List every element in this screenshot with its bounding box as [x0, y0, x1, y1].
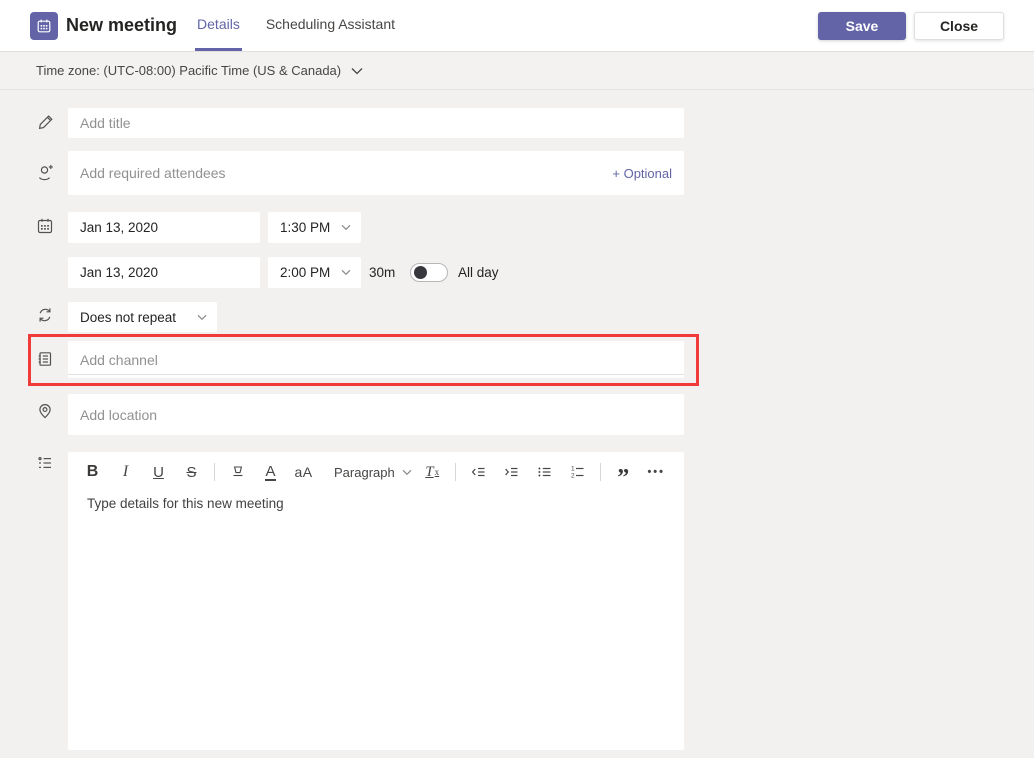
header: New meeting Details Scheduling Assistant…	[0, 0, 1034, 52]
toolbar-divider	[455, 463, 456, 481]
quote-icon[interactable]: ”	[607, 452, 640, 492]
all-day-toggle[interactable]	[410, 263, 448, 282]
page-title: New meeting	[66, 15, 177, 36]
start-date-input[interactable]: Jan 13, 2020	[68, 212, 260, 243]
bullet-list-icon[interactable]	[528, 458, 561, 486]
timezone-label: Time zone: (UTC-08:00) Pacific Time (US …	[36, 63, 341, 78]
end-date-input[interactable]: Jan 13, 2020	[68, 257, 260, 288]
channel-placeholder: Add channel	[68, 352, 158, 368]
underline-button[interactable]: U	[142, 458, 175, 486]
header-tabs: Details Scheduling Assistant	[195, 0, 419, 51]
chevron-down-icon	[197, 314, 207, 321]
paragraph-style-dropdown[interactable]: Paragraph	[330, 458, 416, 486]
indent-icon[interactable]	[495, 458, 528, 486]
all-day-label: All day	[458, 257, 499, 288]
chevron-down-icon	[341, 224, 351, 231]
meeting-calendar-icon	[30, 12, 58, 40]
add-optional-attendees-link[interactable]: + Optional	[612, 166, 672, 181]
start-date-value: Jan 13, 2020	[68, 220, 158, 235]
details-placeholder: Type details for this new meeting	[87, 496, 284, 511]
italic-button[interactable]: I	[109, 458, 142, 486]
close-button[interactable]: Close	[914, 12, 1004, 40]
channel-icon	[36, 350, 54, 368]
numbered-list-icon[interactable]: 1 2	[561, 458, 594, 486]
chevron-down-icon	[341, 269, 351, 276]
svg-text:2: 2	[571, 472, 575, 479]
repeat-dropdown[interactable]: Does not repeat	[68, 302, 217, 332]
toolbar-divider	[214, 463, 215, 481]
agenda-icon	[36, 454, 54, 472]
timezone-selector[interactable]: Time zone: (UTC-08:00) Pacific Time (US …	[0, 52, 1034, 90]
clear-format-icon[interactable]: Tx	[416, 458, 449, 486]
repeat-value: Does not repeat	[68, 310, 176, 325]
header-spacer	[419, 0, 818, 51]
repeat-icon	[36, 306, 54, 324]
date-picker-icon	[36, 217, 54, 235]
outdent-icon[interactable]	[462, 458, 495, 486]
duration-label: 30m	[369, 257, 395, 288]
location-input[interactable]: Add location	[68, 394, 684, 435]
chevron-down-icon	[351, 67, 363, 75]
svg-text:1: 1	[571, 465, 575, 472]
save-button[interactable]: Save	[818, 12, 906, 40]
new-meeting-window: New meeting Details Scheduling Assistant…	[0, 0, 1034, 758]
end-time-dropdown[interactable]: 2:00 PM	[268, 257, 361, 288]
chevron-down-icon	[402, 469, 412, 476]
font-size-button[interactable]: aA	[287, 458, 320, 486]
required-attendees-input[interactable]: Add required attendees + Optional	[68, 151, 684, 195]
font-color-button[interactable]: A	[254, 458, 287, 486]
location-icon	[36, 402, 54, 420]
bold-button[interactable]: B	[76, 458, 109, 486]
paragraph-label: Paragraph	[334, 465, 395, 480]
start-time-dropdown[interactable]: 1:30 PM	[268, 212, 361, 243]
toggle-knob	[414, 266, 427, 279]
location-placeholder: Add location	[68, 407, 157, 423]
title-placeholder: Add title	[68, 115, 131, 131]
tab-details[interactable]: Details	[195, 0, 242, 51]
meeting-details-editor[interactable]: B I U S A aA Paragraph Tx	[68, 452, 684, 750]
attendees-placeholder: Add required attendees	[68, 165, 226, 181]
toolbar-divider	[600, 463, 601, 481]
highlighter-icon[interactable]	[221, 458, 254, 486]
tab-scheduling-assistant[interactable]: Scheduling Assistant	[264, 0, 397, 51]
end-date-value: Jan 13, 2020	[68, 265, 158, 280]
start-time-value: 1:30 PM	[268, 220, 330, 235]
formatting-toolbar: B I U S A aA Paragraph Tx	[76, 457, 684, 487]
strikethrough-button[interactable]: S	[175, 458, 208, 486]
channel-input[interactable]: Add channel	[68, 341, 684, 378]
more-icon[interactable]: •••	[640, 458, 673, 486]
person-add-icon	[36, 163, 55, 182]
pencil-icon	[37, 113, 55, 131]
end-time-value: 2:00 PM	[268, 265, 330, 280]
title-input[interactable]: Add title	[68, 108, 684, 138]
